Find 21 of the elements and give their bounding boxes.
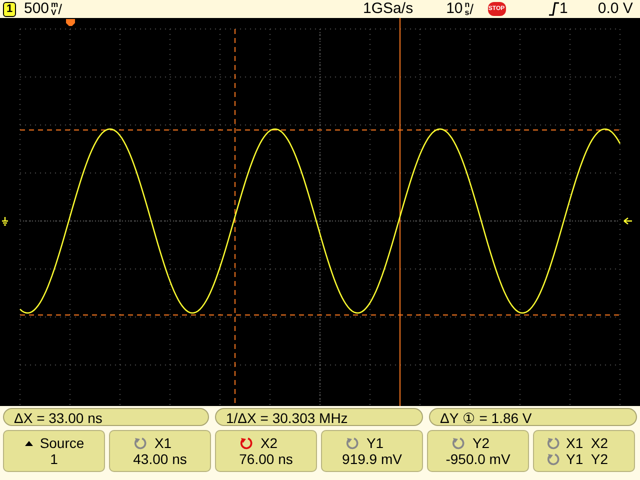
measurement-readout: ΔX = 33.00 ns — [3, 408, 209, 426]
measurement-readout: ΔY ① = 1.86 V — [429, 408, 637, 426]
triangle-up-icon — [24, 439, 34, 447]
vertical-scale: 500 — [24, 1, 50, 17]
y2-cursor-line[interactable] — [20, 314, 620, 316]
softkey[interactable]: Source 1 — [3, 430, 105, 472]
x1-cursor-line[interactable] — [234, 28, 236, 406]
trigger-source: 1 — [560, 1, 568, 17]
softkey[interactable]: Y1 919.9 mV — [321, 430, 423, 472]
sample-rate: 1GSa/s — [363, 1, 414, 17]
softkey[interactable]: X2 76.00 ns — [215, 430, 317, 472]
measurement-readout: 1/ΔX = 30.303 MHz — [215, 408, 423, 426]
trigger-level-icon — [623, 217, 633, 225]
ground-marker-icon — [1, 216, 9, 226]
channel-badge: 1 — [3, 2, 16, 16]
trigger-level: 0.0 V — [598, 1, 633, 17]
timebase-scale: 10 — [446, 1, 463, 17]
softkey[interactable]: X1 X2 Y1 Y2 — [533, 430, 635, 472]
softkey[interactable]: Y2 -950.0 mV — [427, 430, 529, 472]
rising-edge-icon — [548, 1, 560, 17]
softkey[interactable]: X1 43.00 ns — [109, 430, 211, 472]
